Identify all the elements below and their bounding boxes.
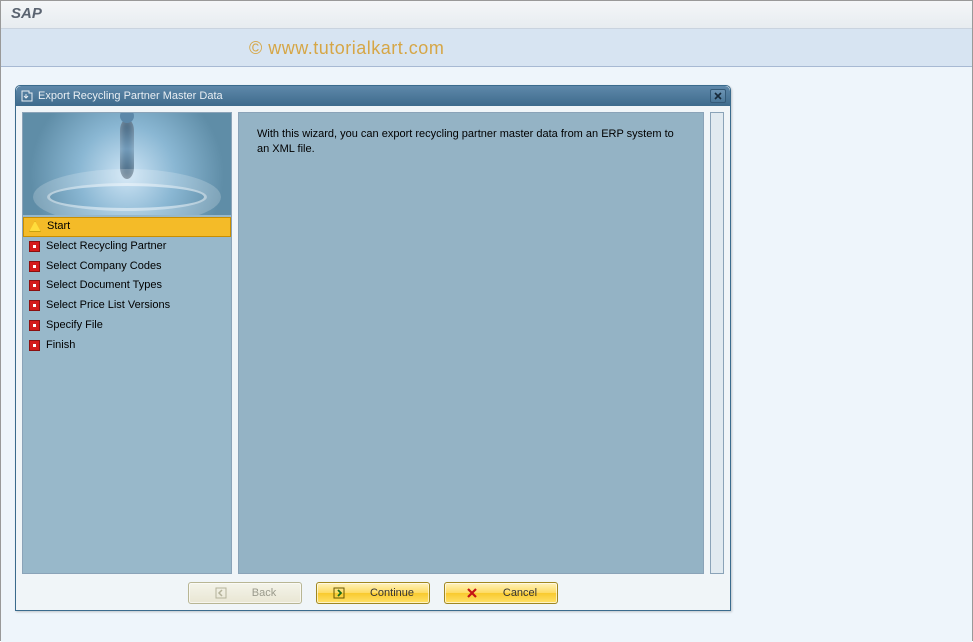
wizard-content-pane: With this wizard, you can export recycli… [238, 112, 704, 574]
app-toolbar: © www.tutorialkart.com [1, 29, 972, 67]
dialog-body: Start Select Recycling Partner Select Co… [16, 106, 730, 580]
step-finish[interactable]: Finish [23, 336, 231, 356]
pending-icon [29, 300, 40, 311]
wizard-dialog: Export Recycling Partner Master Data Sta… [15, 85, 731, 611]
main-area: Export Recycling Partner Master Data Sta… [1, 67, 972, 642]
pending-icon [29, 241, 40, 252]
button-label: Cancel [503, 587, 537, 599]
step-label: Finish [46, 339, 75, 353]
step-label: Specify File [46, 319, 103, 333]
wizard-left-pane: Start Select Recycling Partner Select Co… [22, 112, 232, 574]
pending-icon [29, 340, 40, 351]
warning-icon [29, 221, 41, 232]
step-select-recycling-partner[interactable]: Select Recycling Partner [23, 237, 231, 257]
button-label: Continue [370, 587, 414, 599]
watermark-text: © www.tutorialkart.com [249, 38, 444, 59]
step-select-document-types[interactable]: Select Document Types [23, 276, 231, 296]
dialog-button-row: Back Continue Cancel [16, 580, 730, 610]
wizard-description: With this wizard, you can export recycli… [257, 127, 685, 158]
cancel-button[interactable]: Cancel [444, 582, 558, 604]
scrollbar[interactable] [710, 112, 724, 574]
dialog-title: Export Recycling Partner Master Data [38, 90, 706, 102]
close-button[interactable] [710, 89, 726, 103]
step-label: Select Document Types [46, 279, 162, 293]
step-label: Select Recycling Partner [46, 240, 166, 254]
arrow-left-icon [214, 586, 228, 600]
continue-button[interactable]: Continue [316, 582, 430, 604]
step-label: Select Price List Versions [46, 299, 170, 313]
app-title: SAP [11, 5, 42, 22]
step-label: Start [47, 220, 70, 234]
step-select-price-list-versions[interactable]: Select Price List Versions [23, 296, 231, 316]
pending-icon [29, 280, 40, 291]
export-icon [20, 89, 34, 103]
dialog-titlebar: Export Recycling Partner Master Data [16, 86, 730, 106]
step-label: Select Company Codes [46, 260, 162, 274]
pending-icon [29, 261, 40, 272]
app-header: SAP [1, 1, 972, 29]
wizard-steps: Start Select Recycling Partner Select Co… [23, 215, 231, 573]
back-button: Back [188, 582, 302, 604]
step-specify-file[interactable]: Specify File [23, 316, 231, 336]
decorative-image [23, 113, 231, 215]
button-label: Back [252, 587, 276, 599]
pending-icon [29, 320, 40, 331]
step-start[interactable]: Start [23, 217, 231, 237]
cancel-icon [465, 586, 479, 600]
step-select-company-codes[interactable]: Select Company Codes [23, 257, 231, 277]
arrow-right-icon [332, 586, 346, 600]
